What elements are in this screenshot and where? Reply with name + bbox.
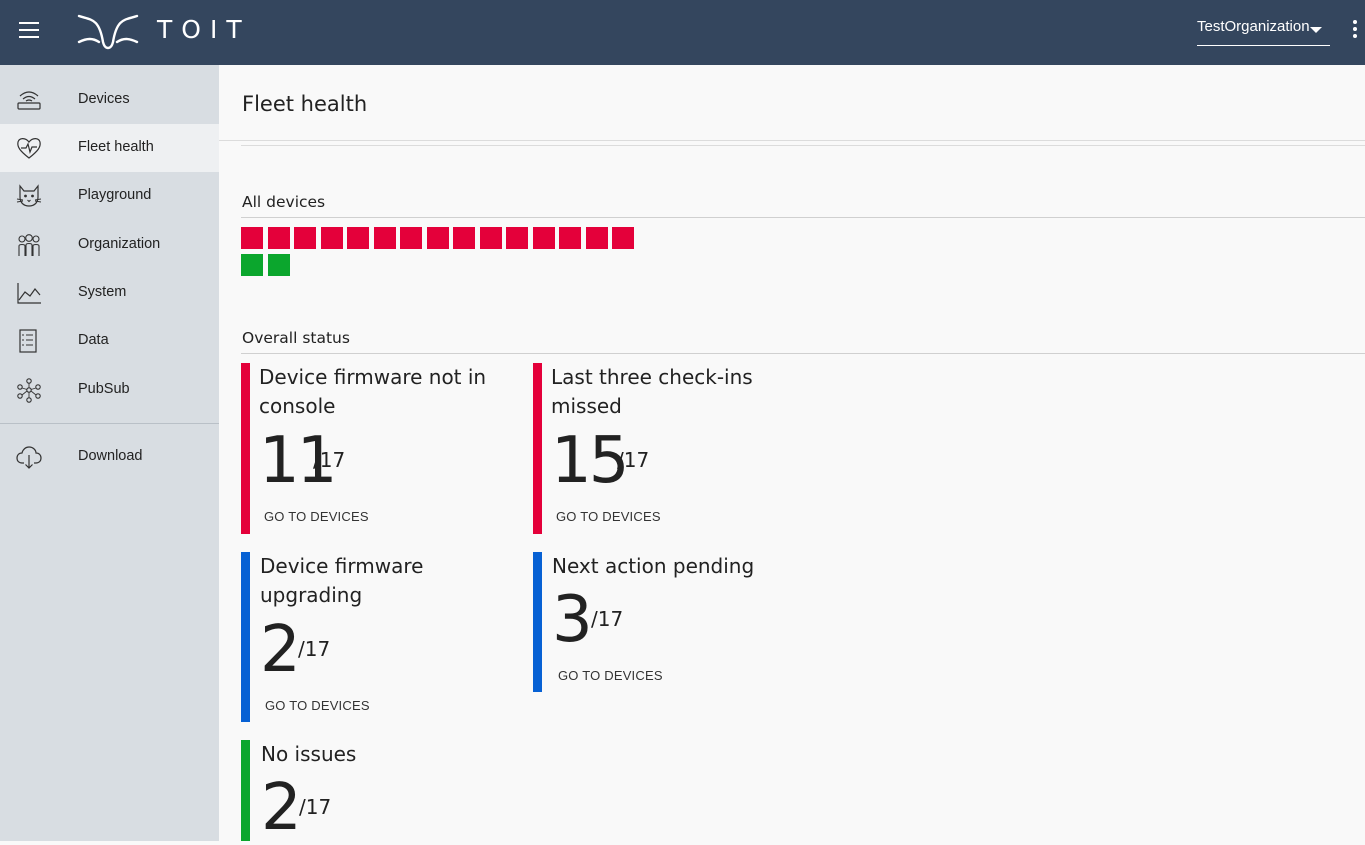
cat-icon bbox=[16, 184, 42, 207]
section-divider bbox=[241, 217, 1365, 218]
sidebar-item-data[interactable]: Data bbox=[0, 317, 219, 365]
device-status-square[interactable] bbox=[506, 227, 528, 249]
device-status-square[interactable] bbox=[533, 227, 555, 249]
status-total: /17 bbox=[313, 448, 346, 472]
toit-logo-icon bbox=[77, 14, 139, 50]
device-status-square[interactable] bbox=[241, 254, 263, 276]
people-icon bbox=[18, 234, 40, 256]
device-status-square[interactable] bbox=[427, 227, 449, 249]
title-divider bbox=[241, 145, 1365, 146]
device-status-square[interactable] bbox=[268, 254, 290, 276]
status-card-title: Device firmware upgrading bbox=[260, 554, 424, 607]
status-count: 15 bbox=[551, 424, 629, 498]
status-color-bar bbox=[241, 552, 250, 722]
status-color-bar bbox=[533, 552, 542, 692]
top-bar: TOIT TestOrganization bbox=[0, 0, 1365, 65]
organization-name: TestOrganization bbox=[1197, 18, 1310, 35]
router-icon bbox=[17, 91, 41, 110]
sidebar-item-label: Playground bbox=[78, 187, 152, 203]
status-card: No issues 2 /17 bbox=[241, 740, 521, 841]
device-status-square[interactable] bbox=[321, 227, 343, 249]
sidebar-item-label: Data bbox=[78, 332, 109, 348]
line-chart-icon bbox=[17, 283, 41, 304]
organization-select[interactable]: TestOrganization bbox=[1197, 18, 1330, 46]
cloud-download-icon bbox=[16, 446, 42, 469]
section-title-overall-status: Overall status bbox=[242, 329, 350, 347]
device-status-square[interactable] bbox=[347, 227, 369, 249]
sidebar-divider bbox=[0, 423, 219, 424]
device-status-square[interactable] bbox=[400, 227, 422, 249]
device-status-square[interactable] bbox=[586, 227, 608, 249]
status-count: 2 bbox=[261, 771, 302, 845]
device-status-square[interactable] bbox=[612, 227, 634, 249]
device-status-square[interactable] bbox=[374, 227, 396, 249]
status-total: /17 bbox=[299, 795, 332, 819]
status-color-bar bbox=[241, 740, 250, 841]
sidebar-item-label: Download bbox=[78, 448, 143, 464]
status-card: Device firmware upgrading 2 /17 GO TO DE… bbox=[241, 552, 521, 722]
sidebar-item-system[interactable]: System bbox=[0, 269, 219, 317]
status-card-title: Device firmware not in console bbox=[259, 365, 487, 418]
sidebar: Devices Fleet health Playground Organiza… bbox=[0, 65, 219, 841]
status-card: Device firmware not in console 11 /17 GO… bbox=[241, 363, 521, 534]
status-card-title: Next action pending bbox=[552, 554, 755, 578]
caret-down-icon bbox=[1310, 27, 1322, 33]
status-card-title: No issues bbox=[261, 742, 357, 766]
status-color-bar bbox=[533, 363, 542, 534]
device-status-square[interactable] bbox=[294, 227, 316, 249]
sidebar-item-label: Fleet health bbox=[78, 139, 154, 155]
device-status-square[interactable] bbox=[559, 227, 581, 249]
status-total: /17 bbox=[298, 637, 331, 661]
sidebar-item-label: System bbox=[78, 284, 127, 300]
sidebar-item-fleet-health[interactable]: Fleet health bbox=[0, 124, 219, 172]
status-count: 3 bbox=[552, 583, 593, 657]
sidebar-item-organization[interactable]: Organization bbox=[0, 221, 219, 269]
sidebar-item-label: Devices bbox=[78, 91, 130, 107]
document-list-icon bbox=[19, 329, 37, 353]
hamburger-menu-icon[interactable] bbox=[18, 22, 42, 42]
sidebar-item-pubsub[interactable]: PubSub bbox=[0, 366, 219, 414]
go-to-devices-link[interactable]: GO TO DEVICES bbox=[264, 509, 369, 524]
device-status-square[interactable] bbox=[268, 227, 290, 249]
network-nodes-icon bbox=[17, 378, 41, 403]
status-count: 2 bbox=[260, 613, 301, 687]
more-vert-icon[interactable] bbox=[1349, 20, 1361, 44]
device-status-square[interactable] bbox=[480, 227, 502, 249]
status-total: /17 bbox=[617, 448, 650, 472]
go-to-devices-link[interactable]: GO TO DEVICES bbox=[265, 698, 370, 713]
title-divider bbox=[219, 140, 1365, 141]
status-card: Next action pending 3 /17 GO TO DEVICES bbox=[533, 552, 813, 692]
sidebar-item-playground[interactable]: Playground bbox=[0, 172, 219, 220]
sidebar-item-devices[interactable]: Devices bbox=[0, 76, 219, 124]
device-status-square[interactable] bbox=[453, 227, 475, 249]
brand-name: TOIT bbox=[157, 15, 251, 44]
section-title-all-devices: All devices bbox=[242, 193, 326, 211]
status-card: Last three check-ins missed 15 /17 GO TO… bbox=[533, 363, 813, 534]
go-to-devices-link[interactable]: GO TO DEVICES bbox=[558, 668, 663, 683]
section-divider bbox=[241, 353, 1365, 354]
page-title: Fleet health bbox=[242, 92, 368, 116]
device-status-square[interactable] bbox=[241, 227, 263, 249]
status-total: /17 bbox=[591, 607, 624, 631]
go-to-devices-link[interactable]: GO TO DEVICES bbox=[556, 509, 661, 524]
status-card-title: Last three check-ins missed bbox=[551, 365, 753, 418]
sidebar-item-label: Organization bbox=[78, 236, 161, 252]
sidebar-item-download[interactable]: Download bbox=[0, 433, 219, 481]
heart-pulse-icon bbox=[17, 138, 41, 159]
sidebar-item-label: PubSub bbox=[78, 381, 130, 397]
status-color-bar bbox=[241, 363, 250, 534]
main-content: Fleet health All devices Overall status … bbox=[219, 65, 1365, 841]
